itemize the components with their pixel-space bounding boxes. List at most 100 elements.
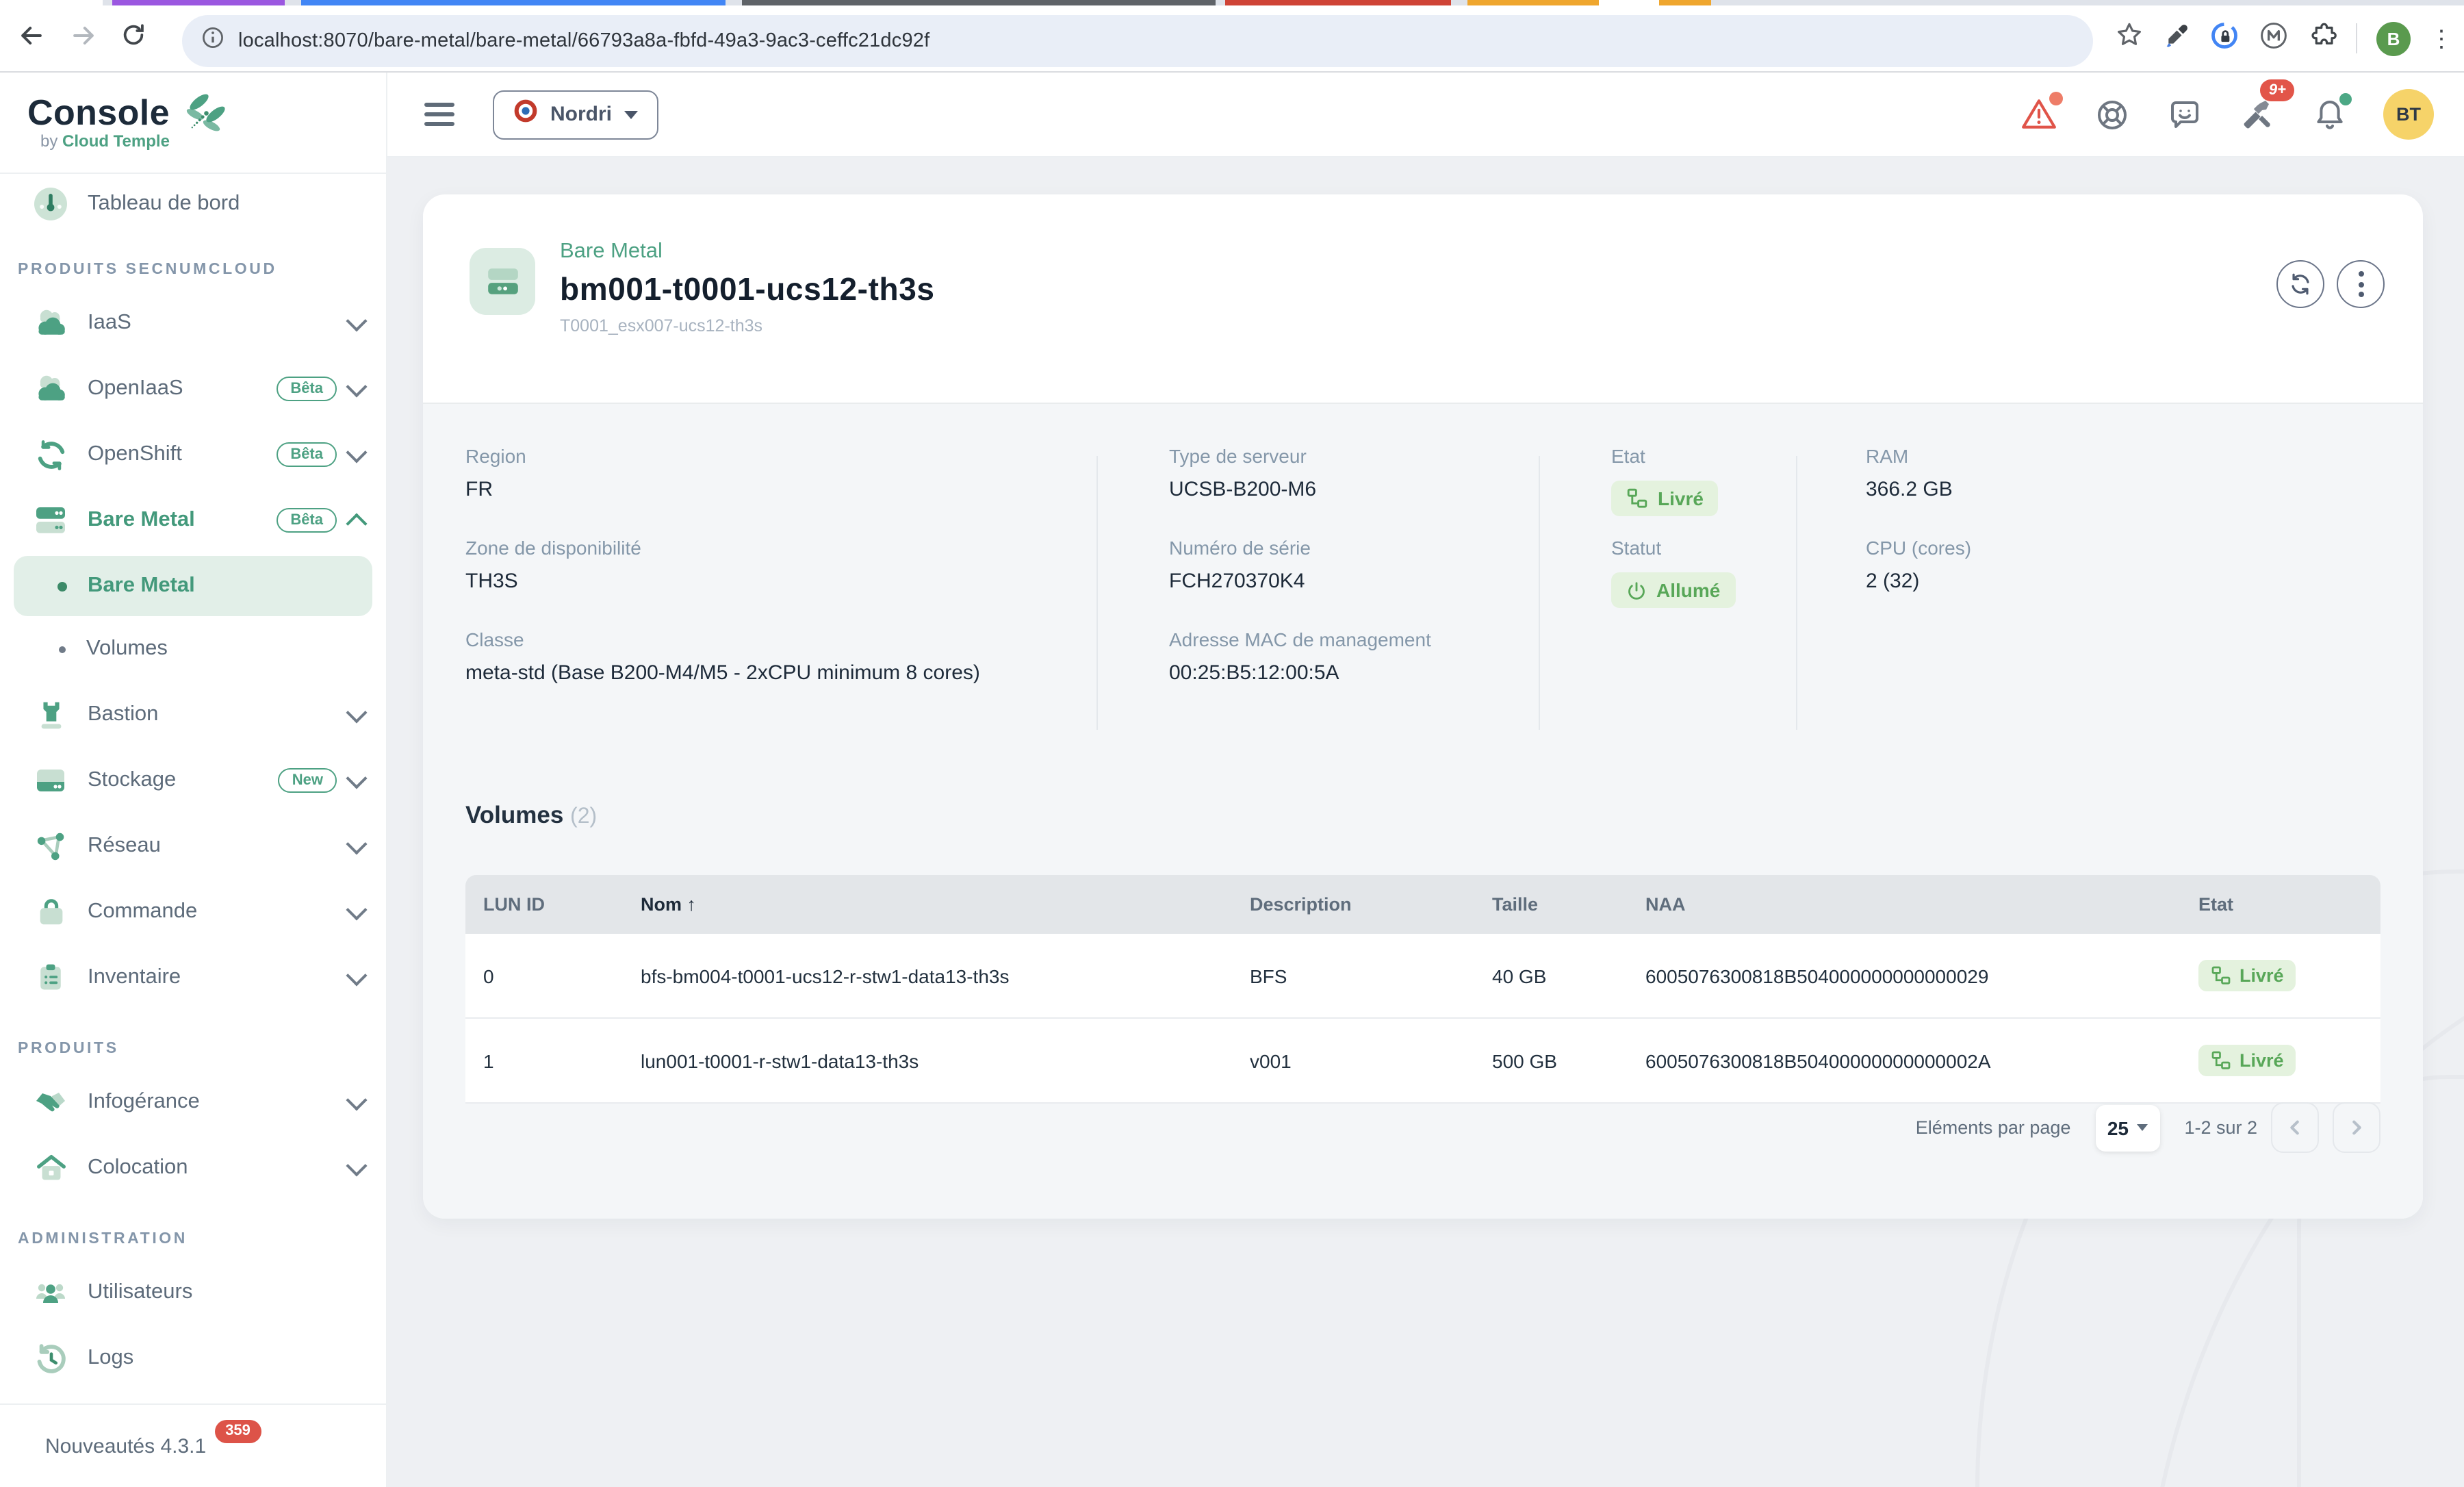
sidebar-item-reseau[interactable]: Réseau [0,813,386,879]
sidebar-subitem-volumes[interactable]: Volumes [14,619,372,679]
sidebar-item-iaas[interactable]: IaaS [0,290,386,356]
tenant-selector[interactable]: Nordri [493,90,658,139]
gauge-icon [33,186,68,222]
reload-icon[interactable] [120,22,146,55]
chevron-left-icon [2286,1119,2304,1136]
privacy-extension-icon[interactable] [2209,20,2240,57]
browser-tab-segment[interactable] [0,0,103,5]
previous-page-button[interactable] [2271,1102,2319,1153]
site-info-icon[interactable] [201,26,224,56]
sidebar-item-bastion[interactable]: Bastion [0,682,386,748]
cell-naa: 6005076300818B50400000000000002A [1645,1050,2198,1071]
table-row[interactable]: 1 lun001-t0001-r-stw1-data13-th3s v001 5… [465,1019,2380,1104]
sidebar-item-infogerance[interactable]: Infogérance [0,1069,386,1135]
volumes-table: LUN ID Nom ↑ Description Taille NAA Etat… [465,875,2380,1104]
refresh-button[interactable] [2276,260,2324,308]
m-extension-icon[interactable] [2259,20,2289,57]
server-tile-icon [470,248,535,315]
address-bar[interactable]: localhost:8070/bare-metal/bare-metal/667… [182,15,2093,67]
cell-taille: 40 GB [1492,965,1645,987]
more-actions-button[interactable] [2337,260,2385,308]
cell-lun: 1 [465,1050,641,1071]
table-row[interactable]: 0 bfs-bm004-t0001-ucs12-r-stw1-data13-th… [465,934,2380,1019]
browser-tab-segment[interactable] [1659,0,1711,5]
browser-profile-avatar[interactable]: B [2376,21,2411,55]
back-icon[interactable] [16,20,47,57]
field-label: Classe [465,628,980,650]
refresh-circle-icon [33,437,68,472]
sidebar-item-inventaire[interactable]: Inventaire [0,945,386,1011]
sidebar-item-utilisateurs[interactable]: Utilisateurs [0,1260,386,1325]
sidebar-item-stockage[interactable]: Stockage New [0,748,386,813]
eyedropper-extension-icon[interactable] [2163,21,2190,55]
chevron-down-icon [346,833,367,854]
per-page-select[interactable]: 25 [2095,1104,2159,1151]
sidebar-item-label: Inventaire [88,965,349,990]
hamburger-menu-icon[interactable] [424,103,454,126]
forward-icon[interactable] [68,20,99,57]
feedback-button[interactable] [2166,96,2203,133]
sidebar-item-bare-metal[interactable]: Bare Metal Bêta [0,487,386,553]
sidebar-item-label: Stockage [88,768,279,793]
sidebar-section-secnumcloud: PRODUITS SECNUMCLOUD [0,234,386,290]
browser-tab-segment[interactable] [1467,0,1599,5]
cell-nom: lun001-t0001-r-stw1-data13-th3s [641,1050,1250,1071]
status-badge-delivered: Livré [1611,481,1719,516]
alerts-button[interactable] [2020,96,2057,133]
notifications-button[interactable] [2311,96,2348,133]
new-badge: New [279,768,337,793]
next-page-button[interactable] [2333,1102,2380,1153]
column-header-etat[interactable]: Etat [2198,894,2380,915]
sidebar-item-openiaas[interactable]: OpenIaaS Bêta [0,356,386,422]
app-logo[interactable]: Console by Cloud Temple [0,73,386,174]
sidebar-item-label: Colocation [88,1156,349,1180]
sidebar-item-openshift[interactable]: OpenShift Bêta [0,422,386,487]
chevron-down-icon [346,701,367,722]
breadcrumb-product: Bare Metal [560,240,935,264]
sidebar-item-label: Commande [88,900,349,924]
sidebar-item-commande[interactable]: Commande [0,879,386,945]
field-value: UCSB-B200-M6 [1169,478,1316,501]
logo-title: Console [27,94,170,130]
chevron-down-icon [346,375,367,396]
browser-tab-segment[interactable] [742,0,1216,5]
sidebar-footer-news[interactable]: Nouveautés 4.3.1 359 [0,1403,387,1487]
logo-company: Cloud Temple [62,131,170,151]
sidebar-section-produits: PRODUITS [0,1011,386,1069]
column-header-lun[interactable]: LUN ID [465,894,641,915]
url-text: localhost:8070/bare-metal/bare-metal/667… [238,30,929,52]
field-value: 366.2 GB [1866,478,1953,501]
browser-tab-segment[interactable] [301,0,726,5]
field-label: Zone de disponibilité [465,537,641,559]
browser-tab-segment[interactable] [1599,0,1659,5]
bookmark-star-icon[interactable] [2115,21,2144,56]
sidebar-item-label: OpenIaaS [88,377,277,401]
column-header-taille[interactable]: Taille [1492,894,1645,915]
column-header-naa[interactable]: NAA [1645,894,2198,915]
column-header-nom[interactable]: Nom ↑ [641,894,1250,915]
browser-tab-segment[interactable] [1225,0,1451,5]
sidebar-item-colocation[interactable]: Colocation [0,1135,386,1201]
caret-down-icon [624,110,638,118]
network-nodes-icon [33,828,68,864]
bullet-icon [57,581,67,591]
browser-menu-icon[interactable]: ⋮ [2430,27,2453,50]
column-header-description[interactable]: Description [1250,894,1492,915]
storage-box-icon [33,763,68,798]
kebab-icon [2358,271,2363,297]
tools-button[interactable]: 9+ [2238,96,2275,133]
rook-icon [33,697,68,733]
page-subtitle: T0001_esx007-ucs12-th3s [560,316,935,335]
field-label: Numéro de série [1169,537,1311,559]
user-avatar[interactable]: BT [2383,89,2434,140]
house-icon [33,1150,68,1186]
sidebar-subitem-bare-metal[interactable]: Bare Metal [14,556,372,616]
support-button[interactable] [2093,96,2130,133]
caret-down-icon [2137,1124,2148,1131]
sidebar-item-dashboard[interactable]: Tableau de bord [0,174,386,234]
sidebar-item-logs[interactable]: Logs [0,1325,386,1391]
browser-tab-segment[interactable] [112,0,285,5]
sidebar-subitem-label: Bare Metal [88,574,195,598]
extensions-puzzle-icon[interactable] [2308,21,2337,56]
cloud-icon [33,371,68,407]
